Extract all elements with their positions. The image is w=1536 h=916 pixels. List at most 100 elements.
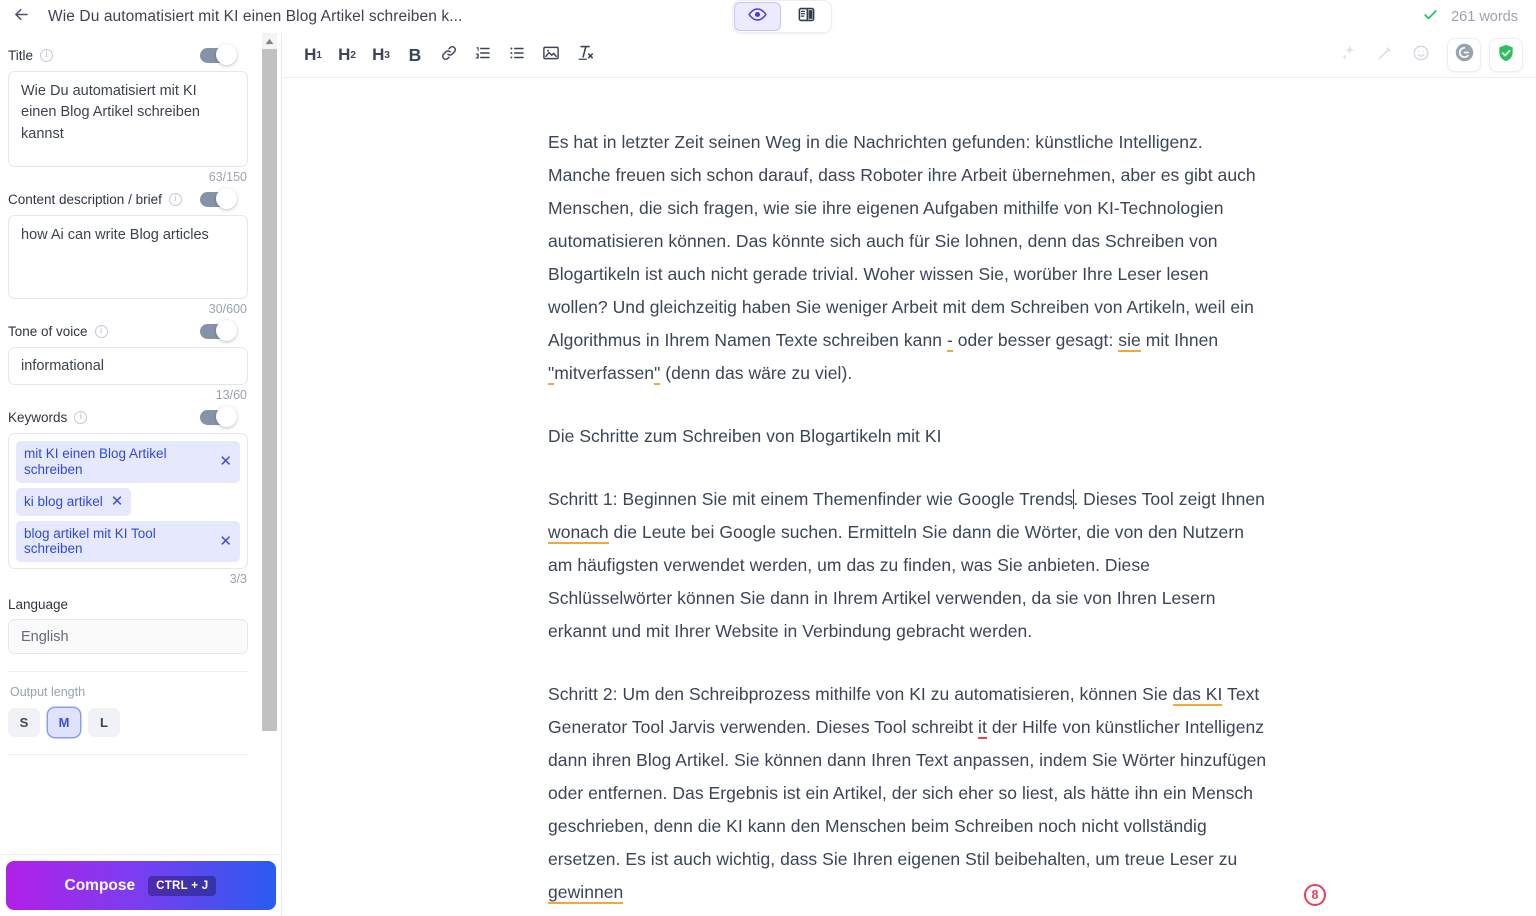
grammar-suggestion-span[interactable]: das KI bbox=[1172, 684, 1223, 706]
clear-formatting-icon bbox=[576, 43, 595, 67]
output-length-label: Output length bbox=[10, 685, 86, 699]
ordered-list-icon bbox=[474, 44, 492, 67]
close-icon[interactable]: ✕ bbox=[207, 533, 232, 551]
grammar-suggestion-span[interactable]: " bbox=[654, 363, 661, 385]
sidebar-divider bbox=[8, 754, 248, 755]
preview-eye-button[interactable] bbox=[734, 2, 781, 31]
keywords-field-label: Keywords bbox=[8, 409, 68, 425]
info-icon[interactable]: i bbox=[168, 192, 182, 206]
image-icon bbox=[542, 44, 560, 67]
output-length-m[interactable]: M bbox=[48, 708, 80, 737]
bullet-list-button[interactable] bbox=[500, 38, 534, 72]
brief-input[interactable]: how Ai can write Blog articles bbox=[8, 215, 248, 299]
grammar-suggestion-span[interactable]: " bbox=[548, 363, 555, 385]
shield-check-icon bbox=[1496, 43, 1516, 68]
panel-layout-icon bbox=[797, 5, 816, 29]
tone-field-header: Tone of voice i bbox=[8, 319, 248, 343]
tone-char-counter: 13/60 bbox=[215, 388, 247, 402]
sidebar-divider bbox=[8, 671, 248, 672]
close-icon[interactable]: ✕ bbox=[207, 453, 232, 471]
keyword-chip[interactable]: mit KI einen Blog Artikel schreiben ✕ bbox=[16, 441, 240, 483]
output-length-group: S M L bbox=[8, 708, 248, 737]
clear-formatting-button[interactable] bbox=[568, 38, 602, 72]
close-icon[interactable]: ✕ bbox=[111, 493, 124, 511]
compose-button[interactable]: Compose CTRL + J bbox=[5, 861, 276, 910]
keywords-field-toggle[interactable] bbox=[200, 406, 237, 427]
magic-wand-button[interactable] bbox=[1368, 38, 1402, 72]
split-panel-button[interactable] bbox=[783, 2, 830, 31]
grammar-error-span[interactable]: it bbox=[978, 717, 987, 739]
document-scroll-area[interactable]: Es hat in letzter Zeit seinen Weg in die… bbox=[282, 78, 1536, 916]
grammar-suggestion-span[interactable]: - bbox=[946, 330, 953, 352]
magic-wand-icon bbox=[1376, 44, 1394, 67]
compose-button-label: Compose bbox=[64, 876, 136, 894]
tone-field-toggle[interactable] bbox=[200, 320, 237, 341]
grammarly-button[interactable] bbox=[1448, 39, 1480, 71]
info-icon[interactable]: i bbox=[74, 410, 88, 424]
sidebar-scrollbar[interactable] bbox=[262, 33, 277, 855]
keyword-chip[interactable]: blog artikel mit KI Tool schreiben ✕ bbox=[16, 520, 240, 563]
sparkles-button[interactable] bbox=[1332, 38, 1366, 72]
emoji-button[interactable] bbox=[1404, 38, 1438, 72]
grammar-issue-badge[interactable]: 8 bbox=[1304, 884, 1326, 906]
grammar-suggestion-span[interactable]: sie bbox=[1118, 330, 1141, 352]
eye-icon bbox=[748, 5, 767, 29]
emoji-icon bbox=[1412, 44, 1430, 67]
settings-sidebar: Title i Wie Du automatisiert mit KI eine… bbox=[0, 33, 282, 916]
grammarly-icon bbox=[1454, 42, 1475, 68]
keyword-chip-label: blog artikel mit KI Tool schreiben bbox=[24, 525, 156, 557]
compose-shortcut-badge: CTRL + J bbox=[148, 875, 217, 896]
checkmark-icon bbox=[1421, 7, 1440, 26]
editor-toolbar-right bbox=[1332, 38, 1522, 72]
language-select[interactable]: English bbox=[8, 619, 248, 654]
title-char-counter: 63/150 bbox=[208, 170, 247, 184]
keyword-chip-label: ki blog artikel bbox=[24, 493, 103, 509]
tone-input[interactable]: informational bbox=[8, 347, 248, 385]
keywords-input[interactable]: mit KI einen Blog Artikel schreiben ✕ ki… bbox=[8, 433, 248, 569]
text-cursor bbox=[1072, 489, 1075, 509]
page-title: Wie Du automatisiert mit KI einen Blog A… bbox=[48, 7, 463, 25]
bold-button[interactable]: B bbox=[398, 38, 432, 72]
view-mode-toggle bbox=[733, 1, 831, 32]
brief-char-counter: 30/600 bbox=[208, 302, 247, 316]
app-bar: Wie Du automatisiert mit KI einen Blog A… bbox=[0, 0, 1536, 33]
output-length-s[interactable]: S bbox=[8, 708, 40, 737]
keyword-chip-label: mit KI einen Blog Artikel schreiben bbox=[24, 446, 167, 477]
info-icon[interactable]: i bbox=[40, 48, 54, 62]
sidebar-scrollbar-thumb[interactable] bbox=[262, 49, 277, 731]
keywords-counter: 3/3 bbox=[229, 572, 247, 586]
grammar-suggestion-span[interactable]: wonach bbox=[548, 522, 609, 544]
keyword-chip[interactable]: ki blog artikel ✕ bbox=[16, 487, 132, 516]
back-button[interactable] bbox=[4, 0, 38, 33]
ordered-list-button[interactable] bbox=[466, 38, 500, 72]
chevron-up-icon[interactable] bbox=[262, 33, 277, 49]
language-label: Language bbox=[8, 597, 69, 612]
document-paragraph[interactable]: Schritt 1: Beginnen Sie mit einem Themen… bbox=[548, 483, 1270, 648]
brief-field-header: Content description / brief i bbox=[8, 187, 248, 211]
info-icon[interactable]: i bbox=[94, 324, 108, 338]
tone-field-label: Tone of voice bbox=[8, 323, 88, 339]
title-field-label: Title bbox=[8, 47, 34, 63]
link-button[interactable] bbox=[432, 38, 466, 72]
sparkles-icon bbox=[1340, 44, 1358, 67]
document-paragraph[interactable]: Die Schritte zum Schreiben von Blogartik… bbox=[548, 420, 1270, 453]
brief-field-toggle[interactable] bbox=[200, 188, 237, 209]
insert-image-button[interactable] bbox=[534, 38, 568, 72]
editor-toolbar: H1 H2 H3 B bbox=[282, 33, 1536, 78]
grammar-suggestion-span[interactable]: gewinnen bbox=[548, 882, 624, 904]
sidebar-scroll-area: Title i Wie Du automatisiert mit KI eine… bbox=[0, 33, 264, 855]
document-content[interactable]: Es hat in letzter Zeit seinen Weg in die… bbox=[548, 78, 1326, 916]
title-input[interactable]: Wie Du automatisiert mit KI einen Blog A… bbox=[8, 71, 248, 167]
security-shield-button[interactable] bbox=[1490, 39, 1522, 71]
document-paragraph[interactable]: Schritt 2: Um den Schreibprozess mithilf… bbox=[548, 678, 1270, 909]
link-icon bbox=[440, 44, 458, 67]
heading-3-button[interactable]: H3 bbox=[364, 38, 398, 72]
document-status: 261 words bbox=[1421, 0, 1518, 33]
title-field-toggle[interactable] bbox=[200, 44, 237, 65]
word-count-label: 261 words bbox=[1451, 8, 1518, 25]
heading-2-button[interactable]: H2 bbox=[330, 38, 364, 72]
document-paragraph[interactable]: Es hat in letzter Zeit seinen Weg in die… bbox=[548, 126, 1270, 390]
heading-1-button[interactable]: H1 bbox=[296, 38, 330, 72]
output-length-l[interactable]: L bbox=[88, 708, 120, 737]
title-field-header: Title i bbox=[8, 43, 248, 67]
